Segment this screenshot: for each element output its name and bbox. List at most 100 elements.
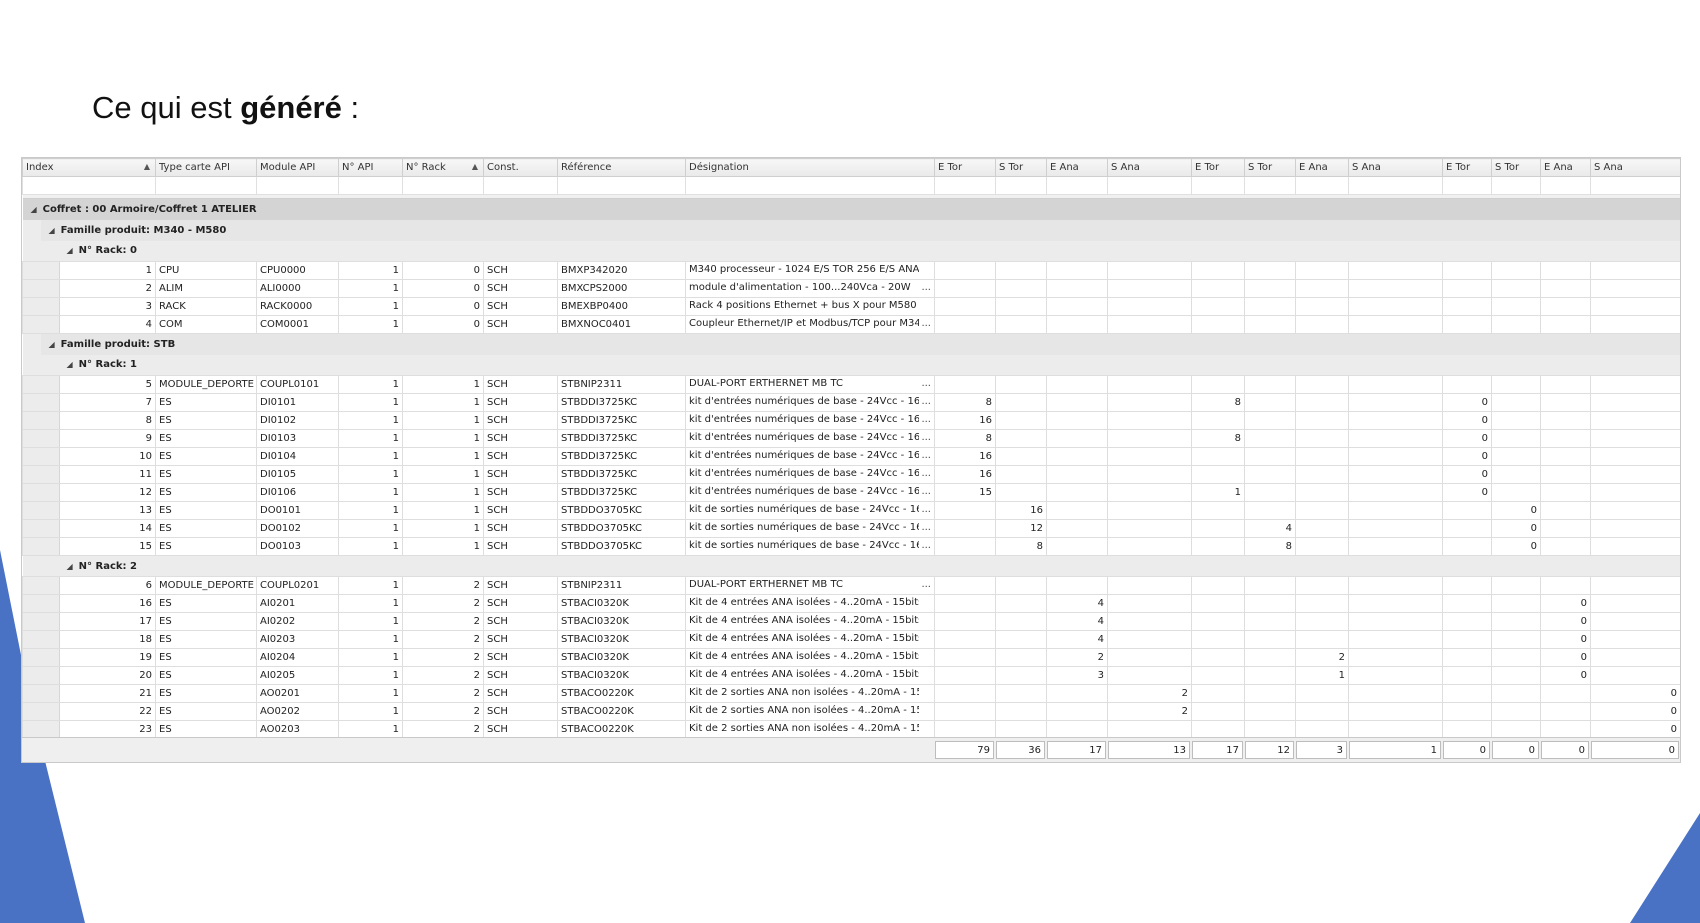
table-cell[interactable] <box>1590 519 1680 538</box>
table-cell[interactable]: 2 <box>402 630 484 649</box>
table-cell[interactable]: SCH <box>483 315 558 334</box>
table-cell[interactable] <box>995 447 1047 466</box>
table-cell[interactable] <box>1491 393 1541 412</box>
table-cell[interactable] <box>1046 261 1108 280</box>
table-cell[interactable] <box>1107 720 1192 739</box>
table-cell[interactable]: Rack 4 positions Ethernet + bus X pour M… <box>685 297 935 316</box>
collapse-triangle-icon[interactable]: ◢ <box>67 360 73 369</box>
table-cell[interactable]: STBNIP2311 <box>557 375 686 394</box>
table-cell[interactable] <box>1540 702 1591 721</box>
table-cell[interactable] <box>1295 429 1349 448</box>
table-cell[interactable] <box>1191 465 1245 484</box>
table-cell[interactable] <box>934 501 996 520</box>
table-cell[interactable]: ES <box>155 429 257 448</box>
table-cell[interactable]: 20 <box>22 666 156 685</box>
table-cell[interactable]: SCH <box>483 648 558 667</box>
table-cell[interactable]: Kit de 4 entrées ANA isolées - 4..20mA -… <box>685 594 935 613</box>
table-cell[interactable]: 0 <box>1540 648 1591 667</box>
table-cell[interactable] <box>1107 297 1192 316</box>
collapse-triangle-icon[interactable]: ◢ <box>67 246 73 255</box>
table-cell[interactable] <box>1107 501 1192 520</box>
table-cell[interactable] <box>1590 261 1680 280</box>
column-header[interactable]: S Tor <box>1491 158 1541 177</box>
table-cell[interactable] <box>1046 519 1108 538</box>
table-cell[interactable] <box>1295 630 1349 649</box>
table-cell[interactable]: 16 <box>995 501 1047 520</box>
table-cell[interactable]: 1 <box>338 429 403 448</box>
table-cell[interactable]: BMEXBP0400 <box>557 297 686 316</box>
table-cell[interactable]: 0 <box>1540 630 1591 649</box>
table-cell[interactable] <box>1348 630 1443 649</box>
table-row[interactable]: 10 ES DI0104 1 1 SCH STBDDI3725KC kit d'entrées… <box>22 447 1680 466</box>
table-cell[interactable]: DI0105 <box>256 465 339 484</box>
table-cell[interactable] <box>995 393 1047 412</box>
table-cell[interactable]: AI0201 <box>256 594 339 613</box>
table-cell[interactable] <box>1244 612 1296 631</box>
table-cell[interactable] <box>1348 519 1443 538</box>
ellipsis-icon[interactable]: ... <box>921 450 931 461</box>
table-cell[interactable]: SCH <box>483 411 558 430</box>
table-cell[interactable]: 8 <box>934 429 996 448</box>
table-cell[interactable] <box>1046 465 1108 484</box>
table-cell[interactable]: STBACI0320K <box>557 612 686 631</box>
table-cell[interactable] <box>1442 279 1492 298</box>
table-cell[interactable]: 2 <box>402 594 484 613</box>
filter-cell[interactable] <box>685 176 935 195</box>
table-cell[interactable]: 2 <box>402 720 484 739</box>
table-cell[interactable] <box>1348 612 1443 631</box>
table-cell[interactable]: 2 <box>402 612 484 631</box>
table-cell[interactable]: 0 <box>1491 519 1541 538</box>
table-cell[interactable] <box>1295 501 1349 520</box>
table-cell[interactable]: SCH <box>483 720 558 739</box>
table-cell[interactable]: 0 <box>402 279 484 298</box>
table-cell[interactable]: 1 <box>402 393 484 412</box>
table-cell[interactable] <box>1348 702 1443 721</box>
table-cell[interactable]: 1 <box>338 501 403 520</box>
table-cell[interactable] <box>1244 483 1296 502</box>
table-cell[interactable] <box>1046 684 1108 703</box>
table-cell[interactable] <box>1348 393 1443 412</box>
table-cell[interactable]: CPU <box>155 261 257 280</box>
table-cell[interactable] <box>1590 594 1680 613</box>
ellipsis-icon[interactable]: ... <box>921 318 931 329</box>
column-header[interactable]: S Ana <box>1348 158 1443 177</box>
table-cell[interactable]: DI0103 <box>256 429 339 448</box>
table-cell[interactable]: Kit de 4 entrées ANA isolées - 4..20mA -… <box>685 630 935 649</box>
table-cell[interactable]: MODULE_DEPORTE <box>155 576 257 595</box>
table-cell[interactable]: SCH <box>483 684 558 703</box>
table-cell[interactable] <box>1107 465 1192 484</box>
table-cell[interactable]: 1 <box>1191 483 1245 502</box>
table-cell[interactable] <box>1191 576 1245 595</box>
table-cell[interactable] <box>1590 315 1680 334</box>
data-grid[interactable]: Index ▲ Type carte API Module API N° API N° R… <box>21 157 1681 763</box>
table-cell[interactable] <box>1046 315 1108 334</box>
table-cell[interactable] <box>1540 429 1591 448</box>
table-cell[interactable] <box>1540 483 1591 502</box>
table-cell[interactable] <box>1191 612 1245 631</box>
table-cell[interactable] <box>1540 315 1591 334</box>
table-cell[interactable] <box>1442 630 1492 649</box>
table-cell[interactable] <box>934 720 996 739</box>
ellipsis-icon[interactable]: ... <box>921 486 931 497</box>
table-cell[interactable] <box>1107 648 1192 667</box>
table-cell[interactable]: ES <box>155 648 257 667</box>
table-cell[interactable] <box>1540 465 1591 484</box>
table-cell[interactable]: BMXNOC0401 <box>557 315 686 334</box>
table-cell[interactable]: 1 <box>338 519 403 538</box>
table-cell[interactable]: 0 <box>1442 411 1492 430</box>
table-cell[interactable]: STBDDO3705KC <box>557 501 686 520</box>
table-row[interactable]: 1 CPU CPU0000 1 0 SCH BMXP342020 M340 processeu… <box>22 261 1680 280</box>
table-cell[interactable]: RACK <box>155 297 257 316</box>
table-cell[interactable]: STBACO0220K <box>557 702 686 721</box>
table-cell[interactable] <box>1046 720 1108 739</box>
table-cell[interactable] <box>1191 261 1245 280</box>
table-cell[interactable]: 7 <box>22 393 156 412</box>
table-cell[interactable]: 0 <box>1590 702 1680 721</box>
table-cell[interactable] <box>1107 279 1192 298</box>
table-cell[interactable] <box>1191 594 1245 613</box>
table-cell[interactable] <box>1244 279 1296 298</box>
table-cell[interactable]: 5 <box>22 375 156 394</box>
table-cell[interactable] <box>1590 375 1680 394</box>
table-cell[interactable]: 0 <box>402 297 484 316</box>
table-cell[interactable] <box>1348 576 1443 595</box>
